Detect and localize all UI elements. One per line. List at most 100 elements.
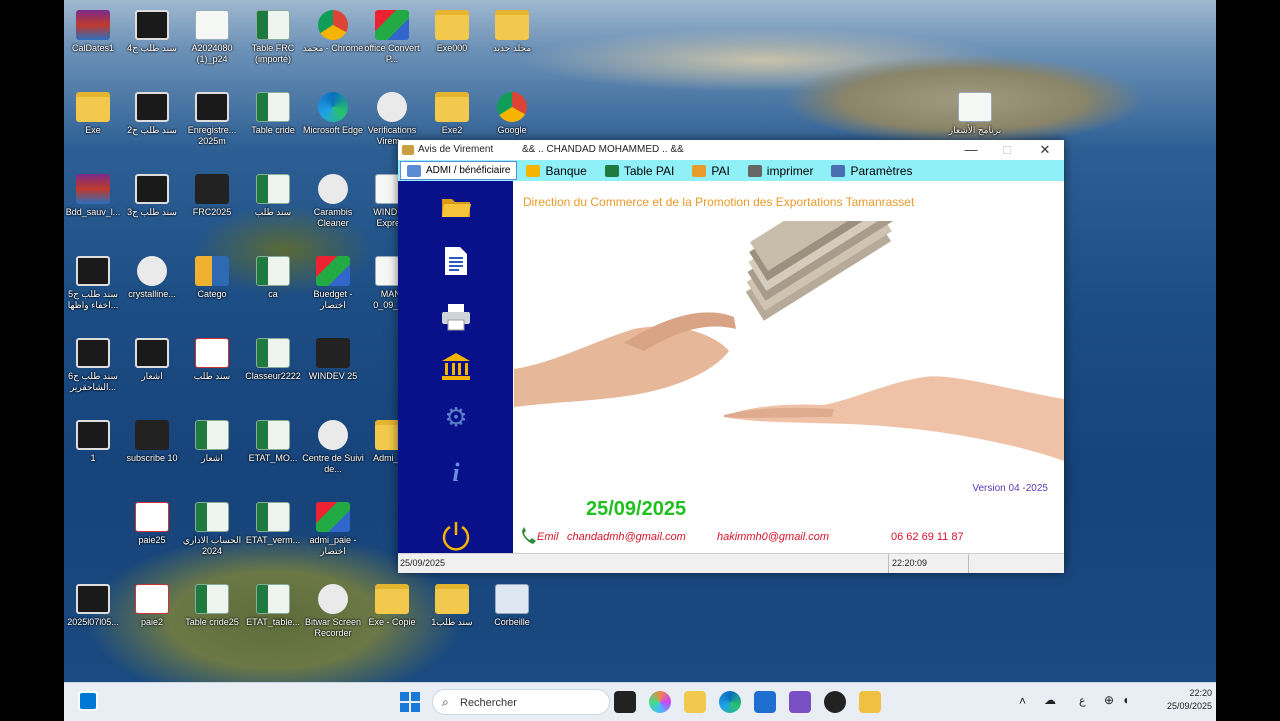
desktop-icon[interactable]: Table FRC (importé) — [242, 6, 304, 65]
minimize-button[interactable]: — — [953, 140, 989, 160]
desktop-icon[interactable]: ETAT_table... — [242, 580, 304, 628]
bank-icon[interactable] — [440, 352, 472, 380]
desktop-icon[interactable]: paie25 — [121, 498, 183, 546]
desktop-icon[interactable]: office Convert P... — [361, 6, 423, 65]
desktop-icon[interactable]: Classeur2222 — [242, 334, 304, 382]
desktop-icon[interactable]: Bitwar Screen Recorder — [302, 580, 364, 639]
desktop-icon[interactable]: 1 — [64, 416, 124, 464]
printer-icon[interactable] — [440, 303, 472, 331]
desktop-icon[interactable]: ETAT_verm... — [242, 498, 304, 546]
menu-table-pai[interactable]: Table PAI — [596, 160, 683, 181]
desktop-icon[interactable]: admi_paie - اختصار — [302, 498, 364, 557]
desktop-icon-label: سند طلب ج4 — [127, 43, 177, 53]
desktop-icon-label: Exe - Copie — [368, 617, 416, 627]
search-box[interactable]: ⌕ Rechercher — [432, 689, 610, 715]
desktop-icon-label: Centre de Suivi de... — [302, 453, 364, 474]
status-time: 22:20:09 — [892, 558, 928, 568]
desktop-icon[interactable]: محمد - Chrome — [302, 6, 364, 54]
document-icon[interactable] — [440, 246, 472, 275]
desktop-icon[interactable]: سند طلب ج5 اخفاء واظها... — [64, 252, 124, 311]
xl-file-icon — [256, 174, 290, 204]
desktop-icon[interactable]: Exe000 — [421, 6, 483, 54]
desktop-icon[interactable]: CalDates1 — [64, 6, 124, 54]
title-bar[interactable]: Avis de Virement && .. CHANDAD MOHAMMED … — [398, 140, 1064, 160]
desktop-icon[interactable]: Microsoft Edge — [302, 88, 364, 136]
info-icon[interactable]: i — [440, 459, 472, 487]
film-file-icon — [76, 338, 110, 368]
open-folder-icon[interactable] — [440, 193, 472, 221]
menu-imprimer[interactable]: imprimer — [739, 160, 823, 181]
menu-label: Paramètres — [850, 163, 913, 178]
desktop-icon[interactable]: Centre de Suivi de... — [302, 416, 364, 475]
network-status-icon[interactable]: ☁ — [1044, 693, 1056, 707]
desktop-icon[interactable]: Buedget - اختصار — [302, 252, 364, 311]
desktop-icon[interactable]: crystalline... — [121, 252, 183, 300]
desktop-icon[interactable]: Exe — [64, 88, 124, 136]
chrome-file-icon — [497, 92, 527, 122]
desktop-icon[interactable]: FRC2025 — [181, 170, 243, 218]
menu-banque[interactable]: Banque — [517, 160, 595, 181]
desktop-icon[interactable]: Corbeille — [481, 580, 543, 628]
volume-icon[interactable]: ◖ — [1122, 693, 1129, 707]
desktop-icon[interactable]: سند طلب ج4 — [121, 6, 183, 54]
desktop-icon-label: مجلد جديد — [492, 43, 532, 53]
desktop-icon[interactable]: ca — [242, 252, 304, 300]
maximize-button[interactable]: □ — [989, 140, 1025, 160]
store-icon[interactable] — [754, 691, 776, 713]
app-avis-virement-icon[interactable] — [859, 691, 881, 713]
desktop-icon[interactable]: سند طلب — [242, 170, 304, 218]
desktop-icon[interactable]: Table cride25 — [181, 580, 243, 628]
desktop-icon-label: ETAT_verm... — [245, 535, 301, 545]
copilot-icon[interactable] — [649, 691, 671, 713]
visual-studio-icon[interactable] — [789, 691, 811, 713]
desktop-icon[interactable]: Verifications Virem... — [361, 88, 423, 147]
desktop-icon-label: FRC2025 — [192, 207, 232, 217]
desktop-icon[interactable]: subscribe 10 — [121, 416, 183, 464]
desktop-icon-label: subscribe 10 — [126, 453, 178, 463]
desktop-icon[interactable]: A2024080 (1)_p24 — [181, 6, 243, 65]
desktop-icon[interactable]: Exe - Copie — [361, 580, 423, 628]
desktop-icon[interactable]: ETAT_MO... — [242, 416, 304, 464]
desktop-icon[interactable]: Table cride — [242, 88, 304, 136]
language-indicator[interactable]: ع — [1079, 694, 1086, 707]
desktop-icon[interactable]: WINDEV 25 — [302, 334, 364, 382]
desktop-icon[interactable]: سند طلب ج6 الشاحقرير... — [64, 334, 124, 393]
start-icon[interactable] — [400, 692, 420, 712]
media-player-icon[interactable] — [824, 691, 846, 713]
desktop-icon[interactable]: Bdd_sauv_l... — [64, 170, 124, 218]
desktop-icon[interactable]: اشعار — [121, 334, 183, 382]
file-explorer-icon[interactable] — [684, 691, 706, 713]
settings-icon[interactable]: ⚙ — [440, 403, 472, 431]
email-link-2[interactable]: hakimmh0@gmail.com — [717, 531, 829, 543]
desktop-icon[interactable]: اشعار — [181, 416, 243, 464]
desktop-icon[interactable]: paie2 — [121, 580, 183, 628]
pdf-file-icon — [135, 502, 169, 532]
chevron-up-icon[interactable]: ˄ — [1019, 694, 1026, 708]
clock-time[interactable]: 22:20 — [1172, 688, 1212, 698]
power-icon[interactable] — [440, 520, 472, 551]
menu-parametres[interactable]: Paramètres — [822, 160, 921, 181]
desktop-icon[interactable]: سند طلب ج3 — [121, 170, 183, 218]
clock-date[interactable]: 25/09/2025 — [1150, 701, 1212, 711]
desktop-icon[interactable]: سند طلب ج2 — [121, 88, 183, 136]
dark-file-icon — [316, 338, 350, 368]
desktop-icon[interactable]: Catego — [181, 252, 243, 300]
desktop-icon[interactable]: الحساب الاداري 2024 — [181, 498, 243, 557]
desktop-icon[interactable]: 2025l07l05... — [64, 580, 124, 628]
close-button[interactable]: ✕ — [1027, 140, 1063, 160]
desktop-icon[interactable]: برنامج الأشعار — [944, 88, 1006, 136]
widgets-icon[interactable] — [78, 691, 98, 711]
desktop-icon[interactable]: Exe2 — [421, 88, 483, 136]
globe-icon[interactable]: ⊕ — [1104, 693, 1114, 707]
task-view-icon[interactable] — [614, 691, 636, 713]
desktop-icon[interactable]: Enregistre... 2025m — [181, 88, 243, 147]
desktop-icon[interactable]: مجلد جديد — [481, 6, 543, 54]
desktop-icon[interactable]: سند طلب1 — [421, 580, 483, 628]
menu-admi-beneficiaire[interactable]: ADMI / bénéficiaire — [400, 161, 518, 180]
desktop-icon[interactable]: Carambis Cleaner — [302, 170, 364, 229]
edge-icon[interactable] — [719, 691, 741, 713]
desktop-icon[interactable]: Google — [481, 88, 543, 136]
desktop-icon[interactable]: سند طلب — [181, 334, 243, 382]
menu-pai[interactable]: PAI — [683, 160, 738, 181]
email-link-1[interactable]: chandadmh@gmail.com — [567, 531, 686, 543]
